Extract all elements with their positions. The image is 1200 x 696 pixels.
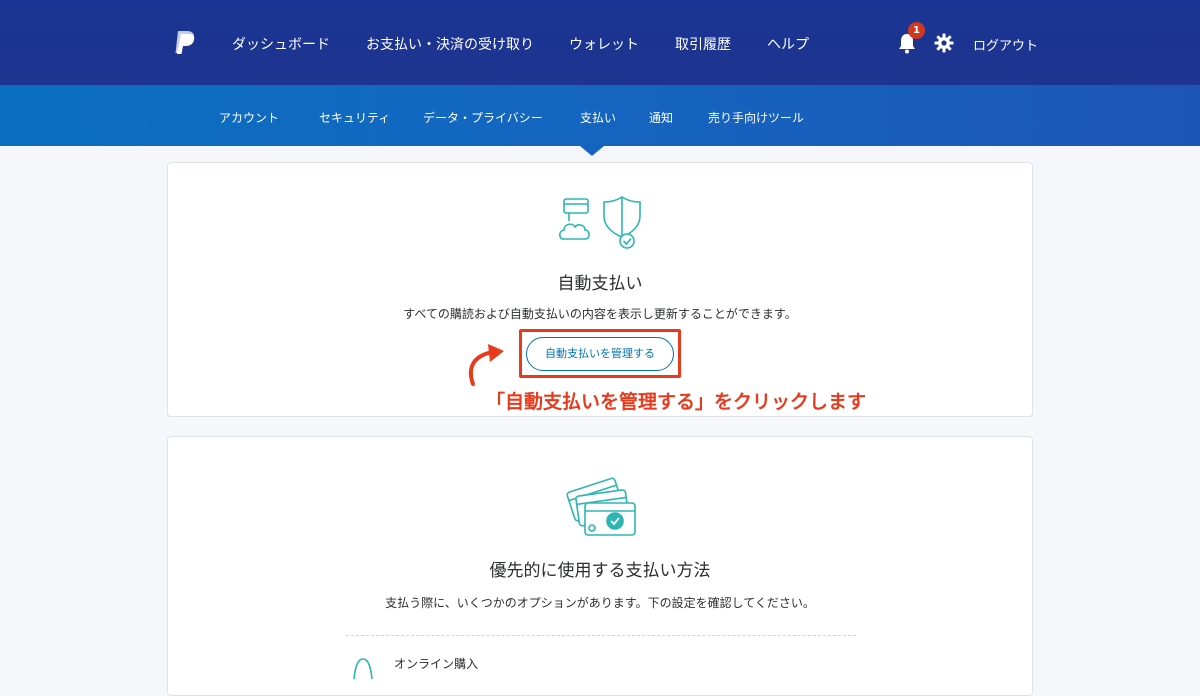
settings-subnav-bar: アカウント セキュリティ データ・プライバシー 支払い 通知 売り手向けツール: [0, 85, 1200, 146]
tab-notifications[interactable]: 通知: [649, 109, 673, 126]
nav-dashboard[interactable]: ダッシュボード: [232, 34, 330, 54]
section-divider: [346, 635, 856, 636]
tab-security[interactable]: セキュリティ: [319, 109, 390, 126]
nav-payments[interactable]: お支払い・決済の受け取り: [366, 34, 534, 54]
nav-wallet[interactable]: ウォレット: [569, 34, 639, 54]
tab-account[interactable]: アカウント: [219, 109, 279, 126]
paypal-logo-icon[interactable]: [172, 29, 198, 57]
active-tab-indicator: [580, 146, 604, 156]
nav-activity[interactable]: 取引履歴: [675, 34, 731, 54]
gear-icon[interactable]: [934, 33, 954, 53]
auto-payments-title: 自動支払い: [557, 274, 643, 294]
tab-seller-tools[interactable]: 売り手向けツール: [708, 109, 804, 126]
auto-payments-description: すべての購読および自動支払いの内容を表示し更新することができます。: [403, 307, 797, 321]
stacked-cards-icon: [566, 477, 636, 536]
logout-link[interactable]: ログアウト: [973, 35, 1038, 54]
tab-payments[interactable]: 支払い: [580, 109, 616, 126]
top-navigation-bar: ダッシュボード お支払い・決済の受け取り ウォレット 取引履歴 ヘルプ 1 ログ…: [0, 0, 1200, 85]
notification-badge: 1: [908, 22, 925, 39]
shield-cloud-card-icon: [558, 196, 641, 249]
online-purchase-icon: [353, 658, 373, 679]
preferred-payment-description: 支払う際に、いくつかのオプションがあります。下の設定を確認してください。: [385, 596, 815, 610]
auto-payments-card: 自動支払い すべての購読および自動支払いの内容を表示し更新することができます。 …: [167, 162, 1033, 417]
annotation-instruction: 「自動支払いを管理する」をクリックします: [486, 391, 867, 413]
preferred-payment-card: 優先的に使用する支払い方法 支払う際に、いくつかのオプションがあります。下の設定…: [167, 436, 1033, 696]
online-purchase-label[interactable]: オンライン購入: [394, 655, 478, 672]
manage-auto-payments-button[interactable]: 自動支払いを管理する: [526, 337, 674, 371]
annotation-arrow-icon: [468, 344, 504, 386]
tab-data-privacy[interactable]: データ・プライバシー: [423, 109, 543, 126]
nav-help[interactable]: ヘルプ: [767, 34, 809, 54]
preferred-payment-title: 優先的に使用する支払い方法: [489, 561, 711, 581]
